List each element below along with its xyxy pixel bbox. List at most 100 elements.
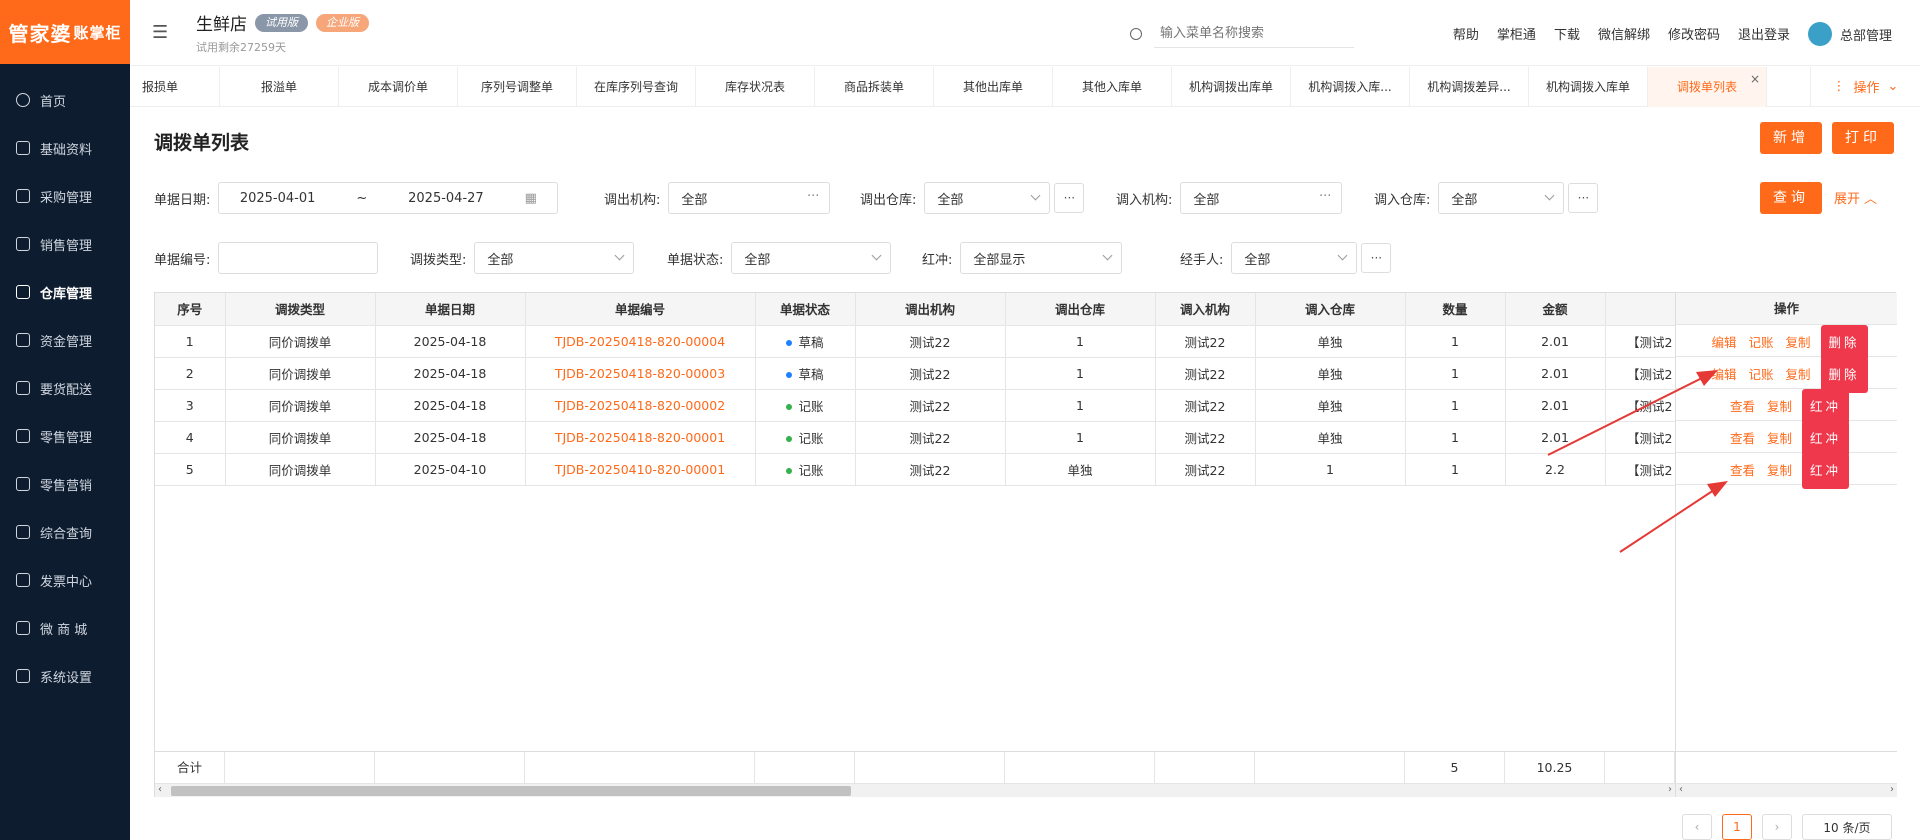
tab-0[interactable]: 报损单: [130, 67, 220, 107]
sidebar-item-3[interactable]: 销售管理: [0, 220, 130, 268]
handler-more-button[interactable]: ···: [1361, 243, 1392, 273]
table-row[interactable]: 1 同价调拨单 2025-04-18 TJDB-20250418-820-00004 草…: [155, 325, 1676, 358]
sidebar-item-12[interactable]: 系统设置: [0, 652, 130, 700]
sidebar-item-6[interactable]: 要货配送: [0, 364, 130, 412]
top-link-3[interactable]: 微信解绑: [1598, 24, 1650, 43]
top-link-5[interactable]: 退出登录: [1738, 24, 1790, 43]
row-action-link[interactable]: 记账: [1748, 335, 1773, 350]
tab-11[interactable]: 机构调拨差异...: [1410, 67, 1529, 107]
tab-7[interactable]: 其他出库单: [934, 67, 1053, 107]
sidebar-item-0[interactable]: 首页: [0, 76, 130, 124]
scroll-right-icon[interactable]: ›: [1668, 784, 1672, 795]
tab-4[interactable]: 在库序列号查询: [577, 67, 696, 107]
top-link-1[interactable]: 掌柜通: [1497, 24, 1536, 43]
tab-1[interactable]: 报溢单: [220, 67, 339, 107]
tab-operations[interactable]: ⋮ 操作 ⌄: [1810, 67, 1920, 106]
user-menu[interactable]: 总部管理: [1807, 22, 1892, 46]
tab-12[interactable]: 机构调拨入库单: [1529, 67, 1648, 107]
in-wh-select[interactable]: 全部: [1438, 182, 1565, 214]
scrollbar-thumb[interactable]: [171, 786, 851, 796]
row-action-link[interactable]: 复制: [1767, 399, 1792, 414]
pro-badge[interactable]: 企业版: [316, 13, 369, 32]
column-header-7[interactable]: 调入机构: [1155, 293, 1256, 326]
cell-no[interactable]: TJDB-20250418-820-00004: [525, 325, 756, 358]
table-row[interactable]: 3 同价调拨单 2025-04-18 TJDB-20250418-820-00002 记…: [155, 389, 1676, 422]
row-action-link[interactable]: 复制: [1767, 431, 1792, 446]
next-page-button[interactable]: ›: [1762, 814, 1792, 840]
top-link-4[interactable]: 修改密码: [1668, 24, 1720, 43]
row-action-link[interactable]: 编辑: [1711, 367, 1736, 382]
table-row[interactable]: 2 同价调拨单 2025-04-18 TJDB-20250418-820-00003 草…: [155, 357, 1676, 390]
out-wh-select[interactable]: 全部: [924, 182, 1051, 214]
column-header-10[interactable]: 金额: [1505, 293, 1606, 326]
status-select[interactable]: 全部: [731, 242, 892, 274]
type-select[interactable]: 全部: [474, 242, 635, 274]
row-action-link[interactable]: 复制: [1767, 463, 1792, 478]
row-action-link[interactable]: 复制: [1786, 335, 1811, 350]
date-range-picker[interactable]: 2025-04-01 ~ 2025-04-27 ▦: [218, 182, 559, 214]
new-button[interactable]: 新增: [1760, 122, 1822, 154]
table-row[interactable]: 5 同价调拨单 2025-04-10 TJDB-20250410-820-00001 记…: [155, 453, 1676, 486]
column-header-5[interactable]: 调出机构: [855, 293, 1006, 326]
row-danger-button[interactable]: 删除: [1820, 357, 1868, 393]
column-header-4[interactable]: 单据状态: [755, 293, 856, 326]
tab-8[interactable]: 其他入库单: [1053, 67, 1172, 107]
page-number[interactable]: 1: [1722, 814, 1752, 840]
horizontal-scrollbar[interactable]: ‹ ›: [155, 783, 1675, 797]
row-action-link[interactable]: 编辑: [1711, 335, 1736, 350]
row-danger-button[interactable]: 红冲: [1802, 421, 1850, 457]
scroll-left-icon[interactable]: ‹: [1679, 784, 1683, 795]
column-header-8[interactable]: 调入仓库: [1255, 293, 1406, 326]
sidebar-item-11[interactable]: 微 商 城: [0, 604, 130, 652]
top-link-0[interactable]: 帮助: [1453, 24, 1479, 43]
tab-2[interactable]: 成本调价单: [339, 67, 458, 107]
scroll-right-icon[interactable]: ›: [1890, 784, 1894, 795]
sidebar-item-7[interactable]: 零售管理: [0, 412, 130, 460]
cell-no[interactable]: TJDB-20250418-820-00001: [525, 421, 756, 454]
in-org-select[interactable]: 全部 ···: [1180, 182, 1343, 214]
column-header-6[interactable]: 调出仓库: [1005, 293, 1156, 326]
column-header-1[interactable]: 调拨类型: [225, 293, 376, 326]
tab-3[interactable]: 序列号调整单: [458, 67, 577, 107]
cell-no[interactable]: TJDB-20250418-820-00002: [525, 389, 756, 422]
tab-13[interactable]: 调拨单列表 ×: [1648, 67, 1767, 107]
column-header-11[interactable]: [1605, 293, 1676, 326]
menu-toggle-icon[interactable]: ☰: [152, 22, 182, 43]
sidebar-item-8[interactable]: 零售营销: [0, 460, 130, 508]
out-wh-more-button[interactable]: ···: [1054, 183, 1085, 213]
row-danger-button[interactable]: 红冲: [1802, 389, 1850, 425]
row-action-link[interactable]: 复制: [1786, 367, 1811, 382]
row-action-link[interactable]: 查看: [1730, 463, 1755, 478]
column-header-9[interactable]: 数量: [1405, 293, 1506, 326]
tab-10[interactable]: 机构调拨入库...: [1291, 67, 1410, 107]
sidebar-item-10[interactable]: 发票中心: [0, 556, 130, 604]
row-action-link[interactable]: 查看: [1730, 399, 1755, 414]
tab-6[interactable]: 商品拆装单: [815, 67, 934, 107]
ops-scrollbar[interactable]: ‹ ›: [1675, 783, 1897, 797]
in-wh-more-button[interactable]: ···: [1568, 183, 1599, 213]
row-action-link[interactable]: 记账: [1748, 367, 1773, 382]
print-button[interactable]: 打印: [1832, 122, 1894, 154]
close-icon[interactable]: ×: [1750, 67, 1760, 99]
menu-search-input[interactable]: [1154, 20, 1354, 48]
store-name[interactable]: 生鲜店: [196, 10, 247, 35]
prev-page-button[interactable]: ‹: [1682, 814, 1712, 840]
sidebar-item-9[interactable]: 综合查询: [0, 508, 130, 556]
page-size-select[interactable]: 10 条/页: [1802, 814, 1892, 840]
top-link-2[interactable]: 下载: [1554, 24, 1580, 43]
scroll-left-icon[interactable]: ‹: [158, 784, 162, 795]
cell-no[interactable]: TJDB-20250418-820-00003: [525, 357, 756, 390]
app-logo[interactable]: 管家婆 账掌柜: [0, 0, 130, 64]
column-header-3[interactable]: 单据编号: [525, 293, 756, 326]
sidebar-item-1[interactable]: 基础资料: [0, 124, 130, 172]
sidebar-item-2[interactable]: 采购管理: [0, 172, 130, 220]
cell-no[interactable]: TJDB-20250410-820-00001: [525, 453, 756, 486]
column-header-0[interactable]: 序号: [155, 293, 226, 326]
tab-5[interactable]: 库存状况表: [696, 67, 815, 107]
expand-link[interactable]: 展开: [1834, 188, 1860, 207]
query-button[interactable]: 查询: [1760, 182, 1822, 214]
no-input[interactable]: [218, 242, 379, 274]
row-danger-button[interactable]: 删除: [1820, 325, 1868, 361]
tab-9[interactable]: 机构调拨出库单: [1172, 67, 1291, 107]
expand-toggle[interactable]: 展开 ︿: [1834, 188, 1877, 207]
